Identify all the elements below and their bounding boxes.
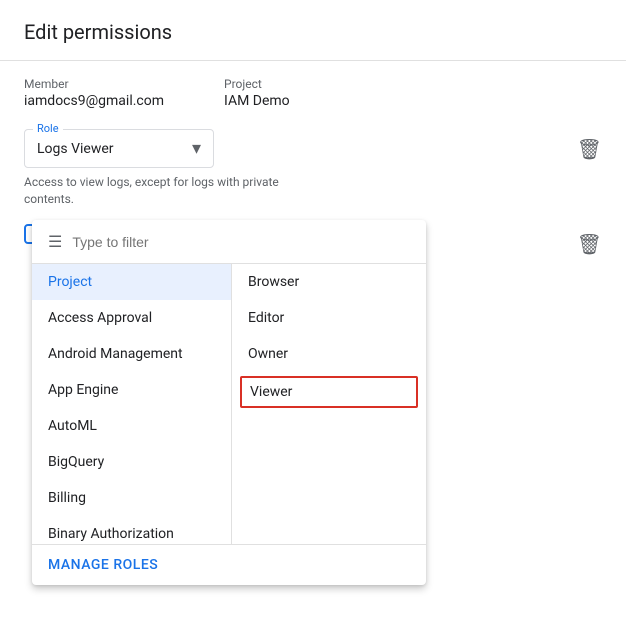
dropdown-panel: ☰ Project Access Approval Android Manage… bbox=[32, 220, 426, 585]
page-title: Edit permissions bbox=[24, 20, 602, 44]
delete-role1-button[interactable]: 🗑 bbox=[577, 137, 602, 161]
filter-input[interactable] bbox=[72, 234, 410, 250]
dropdown-columns: Project Access Approval Android Manageme… bbox=[32, 264, 426, 544]
left-column: Project Access Approval Android Manageme… bbox=[32, 264, 232, 544]
member-label: Member bbox=[24, 77, 164, 91]
role1-label: Role bbox=[33, 122, 63, 135]
left-item-project[interactable]: Project bbox=[32, 264, 231, 300]
meta-row: Member iamdocs9@gmail.com Project IAM De… bbox=[24, 77, 602, 109]
manage-roles-button[interactable]: MANAGE ROLES bbox=[32, 544, 426, 585]
right-item-viewer[interactable]: Viewer bbox=[240, 376, 418, 408]
left-item-access-approval[interactable]: Access Approval bbox=[32, 300, 231, 336]
right-item-editor[interactable]: Editor bbox=[232, 300, 426, 336]
page: Edit permissions Member iamdocs9@gmail.c… bbox=[0, 0, 626, 626]
right-column: Browser Editor Owner Viewer bbox=[232, 264, 426, 544]
member-item: Member iamdocs9@gmail.com bbox=[24, 77, 164, 109]
role1-value: Logs Viewer bbox=[37, 141, 114, 157]
filter-row: ☰ bbox=[32, 220, 426, 264]
project-value: IAM Demo bbox=[224, 93, 290, 109]
left-item-billing[interactable]: Billing bbox=[32, 480, 231, 516]
filter-icon: ☰ bbox=[48, 232, 62, 251]
role1-section: Role Logs Viewer ▾ 🗑 Access to view logs… bbox=[24, 129, 602, 208]
left-item-binary-authorization[interactable]: Binary Authorization bbox=[32, 516, 231, 544]
left-item-bigquery[interactable]: BigQuery bbox=[32, 444, 231, 480]
right-item-owner[interactable]: Owner bbox=[232, 336, 426, 372]
dropdown-arrow-icon: ▾ bbox=[192, 138, 201, 159]
role1-description: Access to view logs, except for logs wit… bbox=[24, 174, 304, 208]
project-label: Project bbox=[224, 77, 290, 91]
project-item: Project IAM Demo bbox=[224, 77, 290, 109]
left-item-android-management[interactable]: Android Management bbox=[32, 336, 231, 372]
role1-select[interactable]: Role Logs Viewer ▾ bbox=[24, 129, 214, 168]
delete-role2-button[interactable]: 🗑 bbox=[577, 232, 602, 256]
header: Edit permissions bbox=[0, 0, 626, 61]
role1-row: Role Logs Viewer ▾ 🗑 bbox=[24, 129, 602, 168]
left-item-app-engine[interactable]: App Engine bbox=[32, 372, 231, 408]
member-value: iamdocs9@gmail.com bbox=[24, 93, 164, 109]
left-item-automl[interactable]: AutoML bbox=[32, 408, 231, 444]
right-item-browser[interactable]: Browser bbox=[232, 264, 426, 300]
